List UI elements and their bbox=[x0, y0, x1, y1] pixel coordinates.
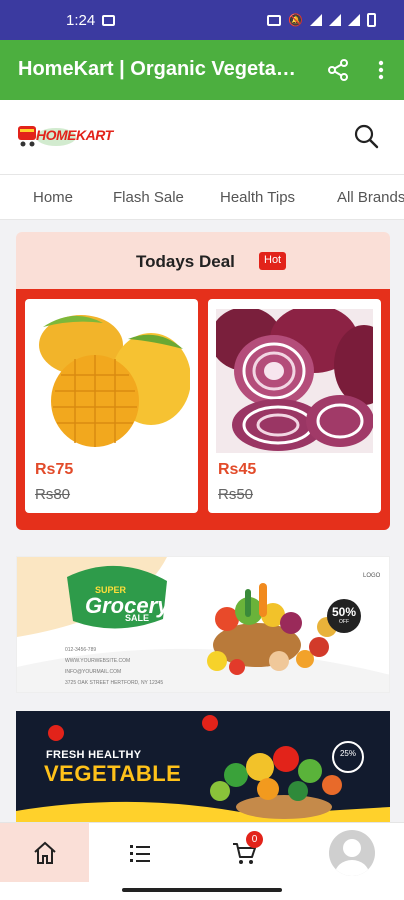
mango-image bbox=[33, 309, 190, 453]
discount-badge: 50% OFF bbox=[327, 599, 361, 633]
contact-email: INFO@YOURMAIL.COM bbox=[65, 669, 122, 675]
bottom-nav: 0 bbox=[0, 822, 404, 883]
store-header: HOMEKART bbox=[0, 100, 404, 174]
banner-logo: LOGO bbox=[363, 573, 381, 579]
tag-bottom-text: SALE bbox=[125, 613, 150, 623]
profile-avatar-icon bbox=[334, 839, 369, 876]
category-nav: Home Flash Sale Health Tips All Brands bbox=[0, 174, 404, 220]
signal-2-icon bbox=[348, 14, 360, 26]
product-card-onion[interactable]: Rs45 Rs50 bbox=[208, 299, 381, 513]
tab-health-tips[interactable]: Health Tips bbox=[220, 189, 295, 206]
product-price: Rs75 bbox=[35, 461, 74, 478]
list-icon bbox=[130, 845, 150, 862]
hot-badge: Hot bbox=[259, 252, 287, 270]
gesture-handle[interactable] bbox=[122, 888, 282, 892]
battery-icon bbox=[367, 13, 376, 27]
search-icon[interactable] bbox=[352, 122, 380, 150]
banner-discount: 25% bbox=[332, 741, 364, 773]
contact-address: 3725 OAK STREET HERTFORD, NY 12345 bbox=[65, 680, 164, 686]
bottom-nav-home[interactable] bbox=[0, 823, 89, 883]
gallery-notification-icon bbox=[102, 15, 115, 26]
todays-deal-section: Todays Deal Hot Rs75 Rs80 Rs45 Rs50 bbox=[16, 232, 390, 530]
hd-icon bbox=[267, 14, 282, 26]
banner-contacts: 012-3456-789 WWW.YOURWEBSITE.COM INFO@YO… bbox=[65, 645, 163, 689]
grocery-sale-tag: SUPER Grocery SALE bbox=[65, 571, 173, 625]
cart-count-badge: 0 bbox=[246, 831, 263, 848]
onion-image bbox=[216, 309, 373, 453]
app-title: HomeKart | Organic Vegetables bbox=[18, 58, 308, 80]
system-icons: 🔕 bbox=[267, 13, 376, 27]
cart-wrapper: 0 bbox=[232, 831, 263, 865]
tab-home[interactable]: Home bbox=[33, 189, 73, 206]
more-options-icon[interactable] bbox=[372, 58, 390, 82]
bottom-nav-categories[interactable] bbox=[89, 823, 191, 883]
contact-phone: 012-3456-789 bbox=[65, 647, 97, 653]
tab-all-brands[interactable]: All Brands bbox=[337, 189, 404, 206]
product-price: Rs45 bbox=[218, 461, 257, 478]
deal-products: Rs75 Rs80 Rs45 Rs50 bbox=[16, 289, 390, 530]
tab-flash-sale[interactable]: Flash Sale bbox=[113, 189, 184, 206]
contact-website: WWW.YOURWEBSITE.COM bbox=[65, 658, 131, 664]
home-icon bbox=[33, 841, 56, 864]
homekart-logo[interactable]: HOMEKART bbox=[16, 120, 113, 152]
product-old-price: Rs80 bbox=[35, 486, 71, 503]
app-bar: HomeKart | Organic Vegetables bbox=[0, 40, 404, 100]
status-time: 1:24 bbox=[66, 12, 96, 29]
discount-value: 50% bbox=[331, 605, 357, 619]
share-icon[interactable] bbox=[326, 58, 350, 82]
logo-text: HOMEKART bbox=[36, 127, 113, 143]
discount-sub: OFF bbox=[339, 619, 349, 625]
bottom-nav-cart[interactable]: 0 bbox=[191, 823, 299, 883]
todays-deal-header: Todays Deal Hot bbox=[16, 232, 390, 288]
product-card-mango[interactable]: Rs75 Rs80 bbox=[25, 299, 198, 513]
todays-deal-title: Todays Deal bbox=[136, 252, 235, 271]
status-bar: 1:24 🔕 bbox=[0, 0, 404, 40]
fresh-vegetable-banner[interactable]: FRESH HEALTHY VEGETABLE 25% bbox=[16, 711, 390, 823]
product-old-price: Rs50 bbox=[218, 486, 254, 503]
gesture-bar bbox=[0, 882, 404, 900]
signal-icon bbox=[329, 14, 341, 26]
grocery-sale-banner[interactable]: SUPER Grocery SALE 012-3456-789 WWW.YOUR… bbox=[16, 556, 390, 693]
bottom-nav-profile[interactable] bbox=[299, 823, 404, 883]
mute-icon: 🔕 bbox=[288, 13, 303, 27]
banner-line1: FRESH HEALTHY bbox=[46, 749, 142, 761]
avatar bbox=[328, 830, 375, 876]
banner-line2: VEGETABLE bbox=[44, 761, 182, 786]
wifi-icon bbox=[310, 14, 322, 26]
